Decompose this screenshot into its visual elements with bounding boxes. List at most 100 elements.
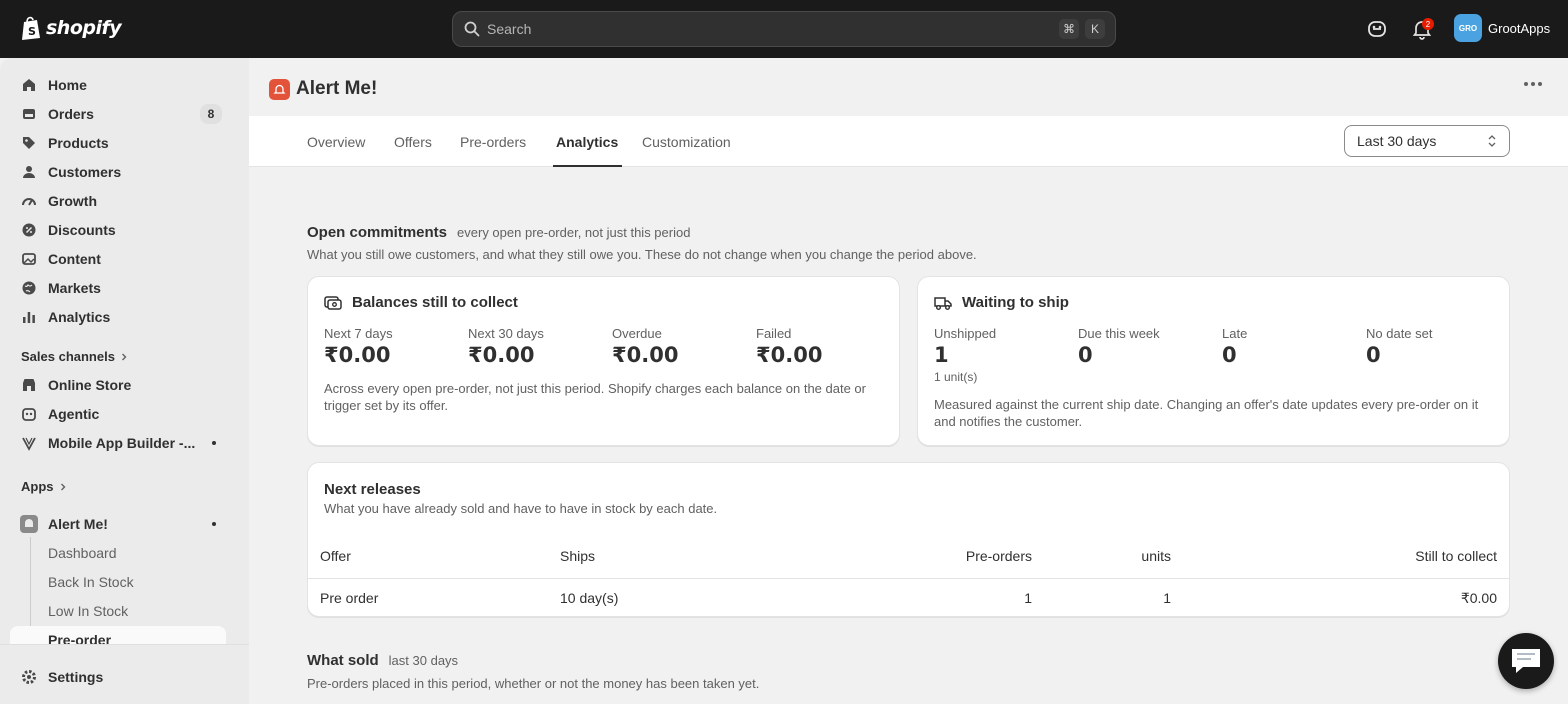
- next-releases-description: What you have already sold and have to h…: [324, 501, 718, 516]
- stat-label: Next 30 days: [468, 326, 544, 341]
- cash-icon: [324, 295, 342, 310]
- balances-card: Balances still to collect Next 7 days ₹0…: [307, 276, 900, 446]
- column-header-units: units: [1141, 548, 1171, 564]
- sidebar-item-label: Mobile App Builder -...: [48, 435, 196, 451]
- cell-pre-orders: 1: [1024, 590, 1032, 606]
- sales-channels-heading[interactable]: Sales channels: [21, 349, 129, 364]
- sidebar-item-customers[interactable]: Customers: [10, 158, 226, 186]
- column-header-pre-orders: Pre-orders: [965, 548, 1032, 564]
- tab-analytics[interactable]: Analytics: [552, 116, 623, 167]
- chat-icon: [1512, 649, 1540, 673]
- stat-value: ₹0.00: [324, 343, 391, 367]
- period-select[interactable]: Last 30 days: [1344, 125, 1510, 157]
- stat-label: Due this week: [1078, 326, 1160, 341]
- open-commitments-subtitle: every open pre-order, not just this peri…: [457, 225, 691, 240]
- stat-value: ₹0.00: [756, 343, 823, 367]
- sidebar-item-content[interactable]: Content: [10, 245, 226, 273]
- orders-count-badge: 8: [200, 104, 222, 124]
- next-releases-title: Next releases: [324, 481, 421, 498]
- sidebar-item-online-store[interactable]: Online Store: [10, 371, 226, 399]
- stat-value: ₹0.00: [612, 343, 679, 367]
- sidebar-item-home[interactable]: Home: [10, 71, 226, 99]
- sidebar-item-label: Alert Me!: [48, 516, 108, 532]
- stat-next-30-days: Next 30 days ₹0.00: [468, 326, 608, 367]
- tag-icon: [20, 134, 38, 152]
- notification-badge: 2: [1422, 18, 1434, 30]
- sidebar-item-label: Content: [48, 251, 101, 267]
- sidebar-item-label: Analytics: [48, 309, 111, 325]
- search-icon: [464, 21, 480, 37]
- stat-label: Failed: [756, 326, 792, 341]
- shipping-note: Measured against the current ship date. …: [934, 397, 1479, 429]
- cell-offer: Pre order: [320, 590, 379, 606]
- agent-icon: [20, 405, 38, 423]
- shopify-bag-icon: S: [22, 16, 40, 40]
- more-actions-icon[interactable]: [1524, 82, 1542, 86]
- stat-late: Late 0: [1222, 326, 1362, 367]
- stat-failed: Failed ₹0.00: [756, 326, 896, 367]
- sidebar-subitem-back-in-stock[interactable]: Back In Stock: [48, 568, 134, 596]
- sidebar-subitem-low-in-stock[interactable]: Low In Stock: [48, 597, 128, 625]
- stat-label: Unshipped: [934, 326, 997, 341]
- sidebar-item-label: Markets: [48, 280, 101, 296]
- cell-units: 1: [1163, 590, 1171, 606]
- cell-still-to-collect: ₹0.00: [1460, 590, 1497, 606]
- search-placeholder: Search: [487, 21, 532, 37]
- sidebar-item-markets[interactable]: Markets: [10, 274, 226, 302]
- shopify-logo[interactable]: S shopify: [20, 15, 122, 41]
- search-input[interactable]: Search ⌘ K: [452, 11, 1116, 47]
- account-menu[interactable]: GRO GrootApps: [1454, 14, 1550, 42]
- next-releases-card: Next releases What you have already sold…: [307, 462, 1510, 617]
- sidebar-item-orders[interactable]: Orders 8: [10, 100, 226, 128]
- sidebar-item-growth[interactable]: Growth: [10, 187, 226, 215]
- stat-value: ₹0.00: [468, 343, 535, 367]
- tab-customization[interactable]: Customization: [642, 116, 731, 167]
- stat-value: 0: [1222, 343, 1237, 367]
- sidebar-item-label: Products: [48, 135, 109, 151]
- app-bell-icon: [20, 515, 38, 533]
- what-sold-title: What sold: [307, 652, 379, 669]
- apps-heading[interactable]: Apps: [21, 479, 68, 494]
- stat-value: 1: [934, 343, 949, 367]
- what-sold-subtitle: last 30 days: [388, 653, 459, 668]
- tab-pre-orders[interactable]: Pre-orders: [460, 116, 526, 167]
- sidebar-item-mobile-app-builder[interactable]: Mobile App Builder -...: [10, 429, 226, 457]
- stat-next-7-days: Next 7 days ₹0.00: [324, 326, 464, 367]
- table-header: [308, 539, 1509, 579]
- page-title: Alert Me!: [296, 78, 378, 99]
- sidebar-item-analytics[interactable]: Analytics: [10, 303, 226, 331]
- open-commitments-description: What you still owe customers, and what t…: [307, 247, 977, 262]
- main-content: Alert Me! Overview Offers Pre-orders Ana…: [249, 58, 1568, 704]
- tab-overview[interactable]: Overview: [307, 116, 365, 167]
- image-icon: [20, 250, 38, 268]
- sales-channels-label: Sales channels: [21, 349, 115, 364]
- sidebar-item-products[interactable]: Products: [10, 129, 226, 157]
- sidebar-subitem-dashboard[interactable]: Dashboard: [48, 539, 117, 567]
- tab-offers[interactable]: Offers: [394, 116, 432, 167]
- sidebar-item-alert-me[interactable]: Alert Me!: [10, 510, 226, 538]
- truck-icon: [934, 296, 952, 310]
- select-chevron-icon: [1488, 135, 1496, 147]
- sidekick-icon[interactable]: [1365, 17, 1389, 41]
- gear-icon: [20, 668, 38, 686]
- sidebar-item-agentic[interactable]: Agentic: [10, 400, 226, 428]
- sidebar-item-discounts[interactable]: Discounts: [10, 216, 226, 244]
- globe-icon: [20, 279, 38, 297]
- page-header: Alert Me!: [269, 78, 377, 100]
- column-header-offer: Offer: [320, 548, 351, 564]
- sidebar-item-label: Home: [48, 77, 87, 93]
- stat-no-date-set: No date set 0: [1366, 326, 1506, 367]
- balances-card-title: Balances still to collect: [324, 294, 518, 311]
- column-header-ships: Ships: [560, 548, 596, 564]
- stat-value: 0: [1366, 343, 1381, 367]
- app-builder-icon: [20, 434, 38, 452]
- sidebar-item-label: Online Store: [48, 377, 132, 393]
- sidebar-item-settings[interactable]: Settings: [10, 663, 226, 691]
- stat-overdue: Overdue ₹0.00: [612, 326, 752, 367]
- discount-icon: [20, 221, 38, 239]
- svg-text:S: S: [28, 25, 36, 38]
- chat-button[interactable]: [1498, 633, 1554, 689]
- account-name: GrootApps: [1488, 20, 1551, 36]
- shortcut-key-cmd: ⌘: [1059, 19, 1079, 39]
- home-icon: [20, 76, 38, 94]
